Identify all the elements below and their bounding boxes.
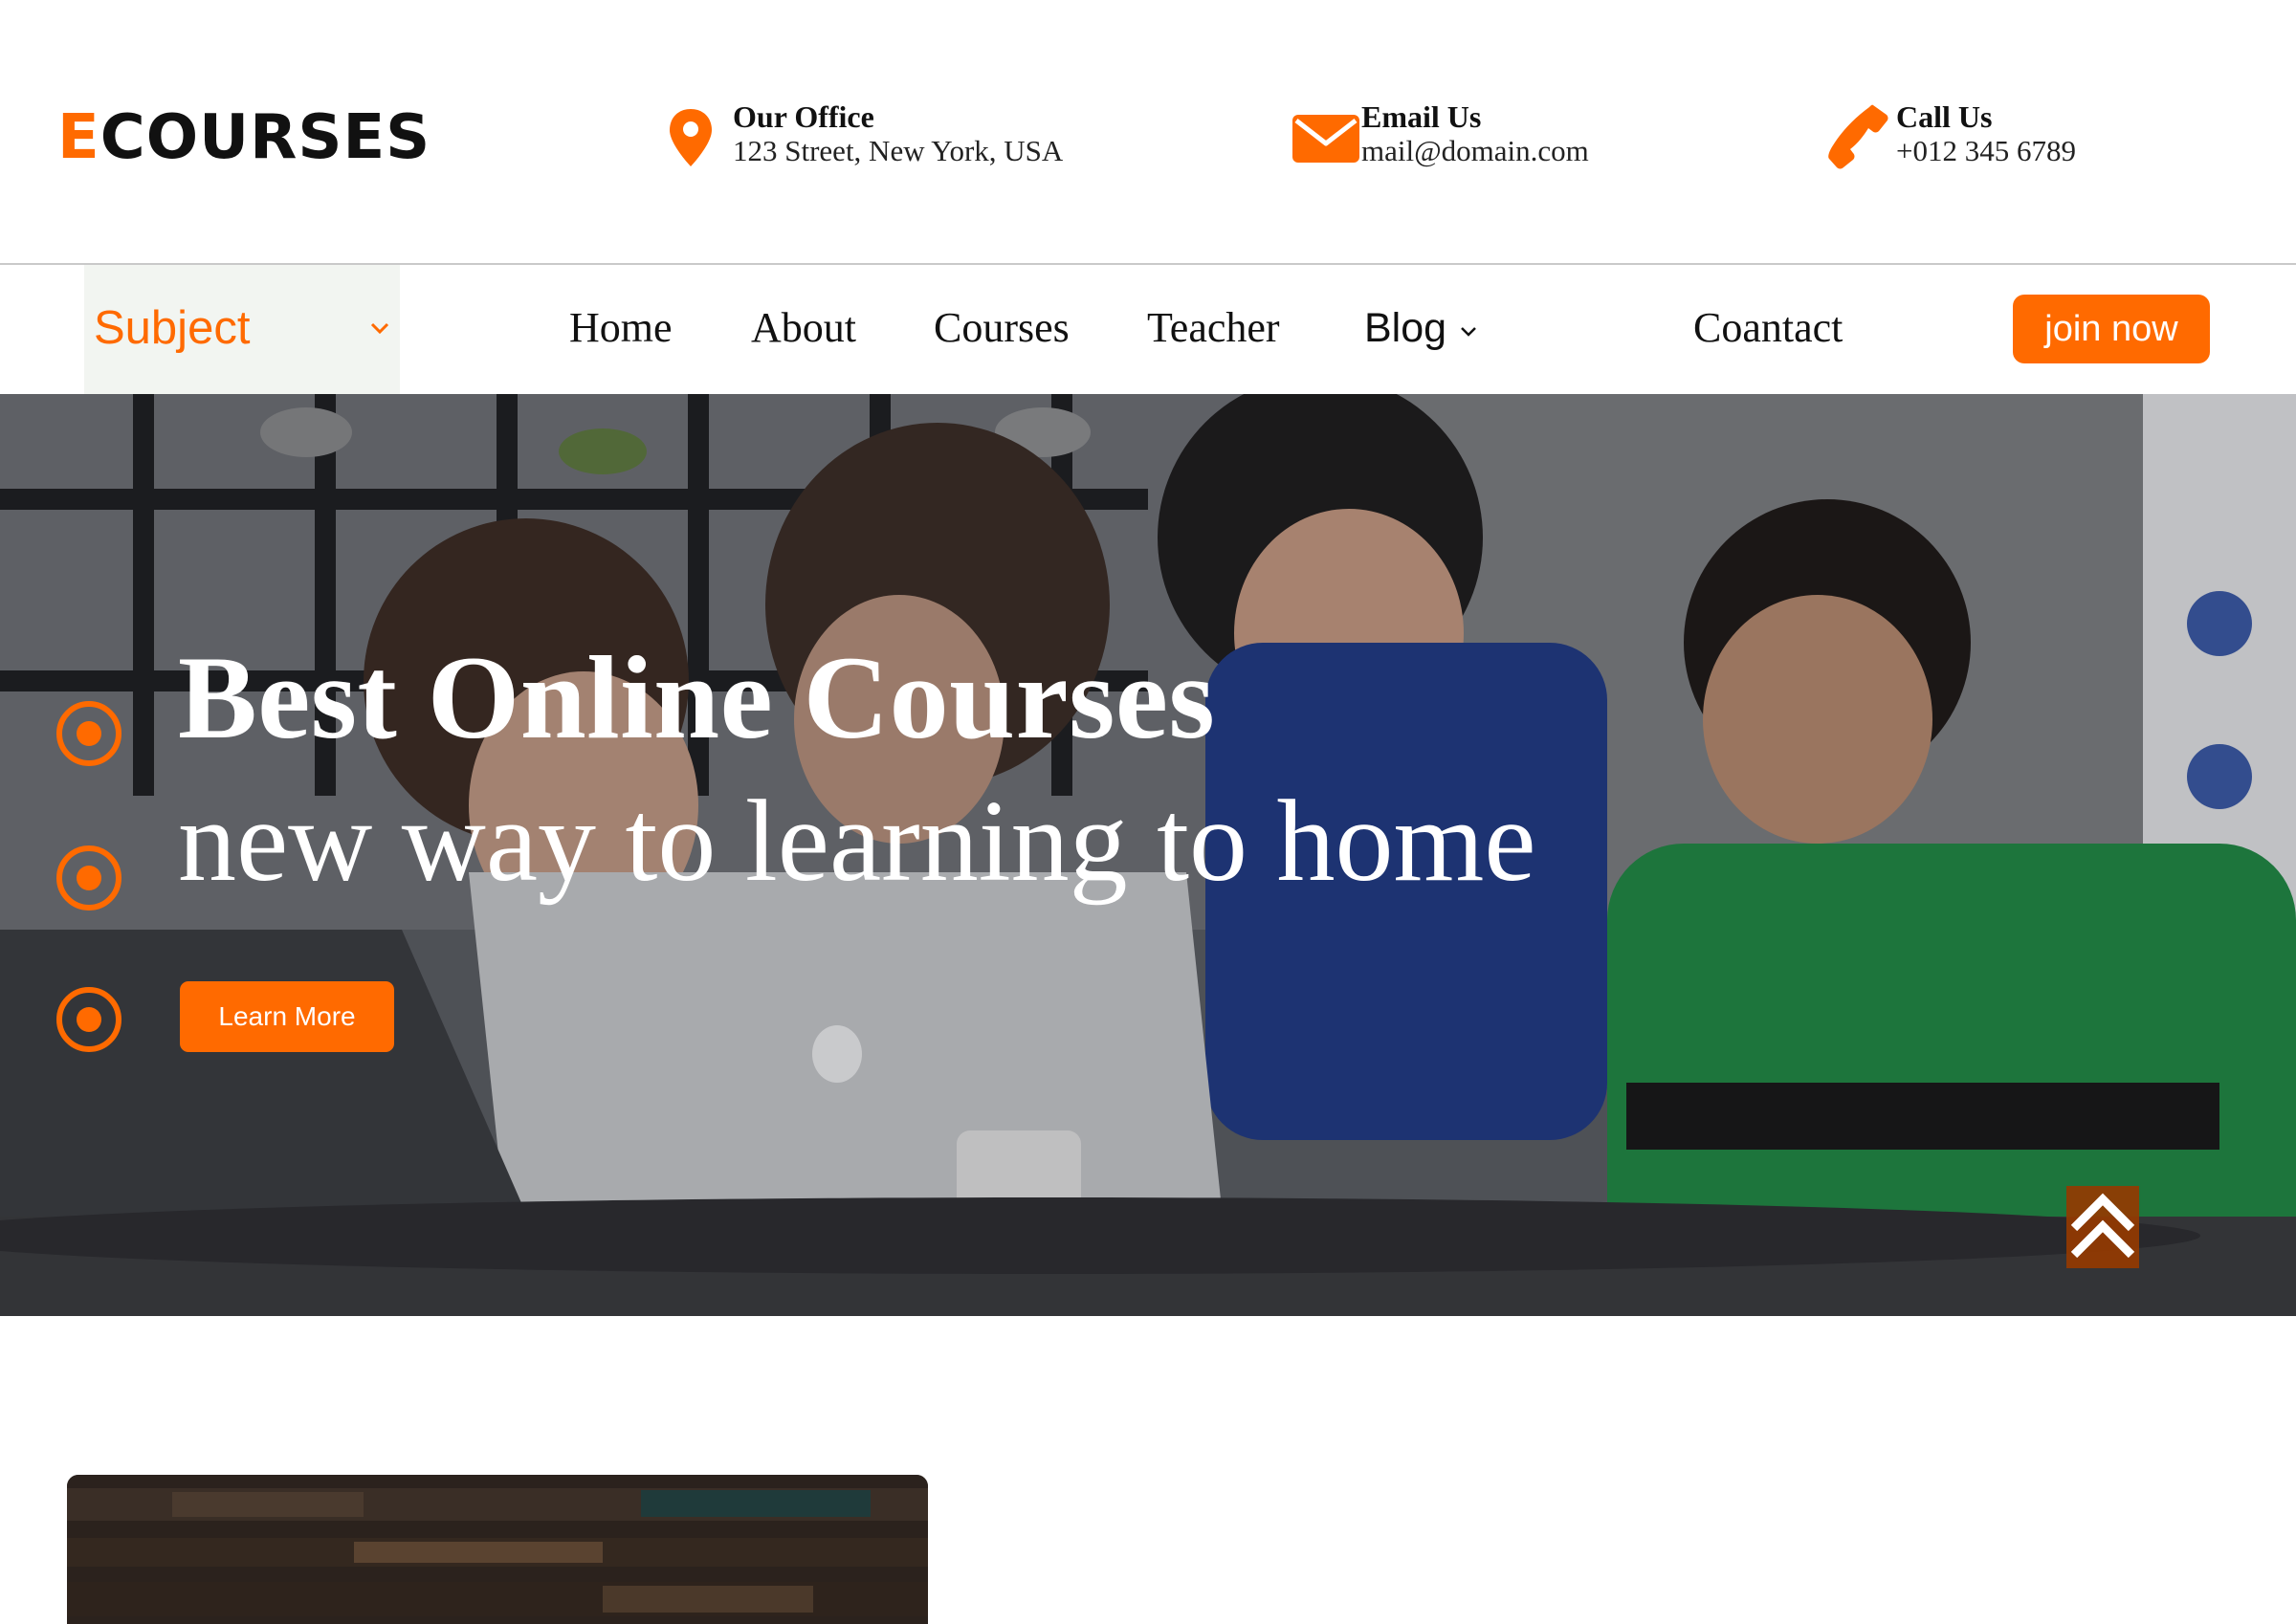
nav-blog[interactable]: Blog [1364, 305, 1446, 352]
office-title: Our Office [733, 99, 874, 134]
call-title: Call Us [1896, 99, 1993, 134]
nav-contact[interactable]: Coantact [1693, 303, 1843, 352]
subject-label: Subject [94, 302, 251, 354]
nav-courses[interactable]: Courses [934, 303, 1070, 352]
course-card-image [67, 1475, 928, 1624]
office-address: 123 Street, New York, USA [733, 134, 1064, 167]
carousel-indicator-icon[interactable] [54, 843, 124, 913]
back-to-top-button[interactable] [2066, 1186, 2139, 1268]
email-address[interactable]: mail@domain.com [1361, 134, 1589, 168]
phone-icon [1828, 104, 1888, 169]
hero-subtitle: new way to learning to home [178, 777, 1536, 906]
logo[interactable]: ECOURSES [57, 99, 430, 176]
carousel-indicator-icon[interactable] [54, 984, 124, 1055]
email-title: Email Us [1361, 99, 1482, 134]
nav-about[interactable]: About [751, 303, 856, 352]
chevron-down-icon [370, 322, 389, 335]
chevron-down-icon [1461, 327, 1476, 337]
join-now-button[interactable]: join now [2013, 295, 2210, 363]
main-navbar: Subject Home About Courses Teacher Blog … [0, 265, 2296, 394]
learn-more-button[interactable]: Learn More [180, 981, 394, 1052]
top-header: ECOURSES Our Office 123 Street, New York… [0, 0, 2296, 264]
hero-banner: Best Online Courses new way to learning … [0, 394, 2296, 1316]
books-photo [67, 1475, 928, 1624]
carousel-indicator-icon[interactable] [54, 698, 124, 769]
hero-title: Best Online Courses [178, 632, 1216, 763]
envelope-icon [1292, 115, 1359, 163]
phone-number[interactable]: +012 345 6789 [1896, 134, 2076, 168]
subject-dropdown[interactable]: Subject [84, 265, 400, 394]
nav-home[interactable]: Home [569, 303, 673, 352]
nav-teacher[interactable]: Teacher [1147, 303, 1280, 352]
map-pin-icon [670, 109, 712, 166]
